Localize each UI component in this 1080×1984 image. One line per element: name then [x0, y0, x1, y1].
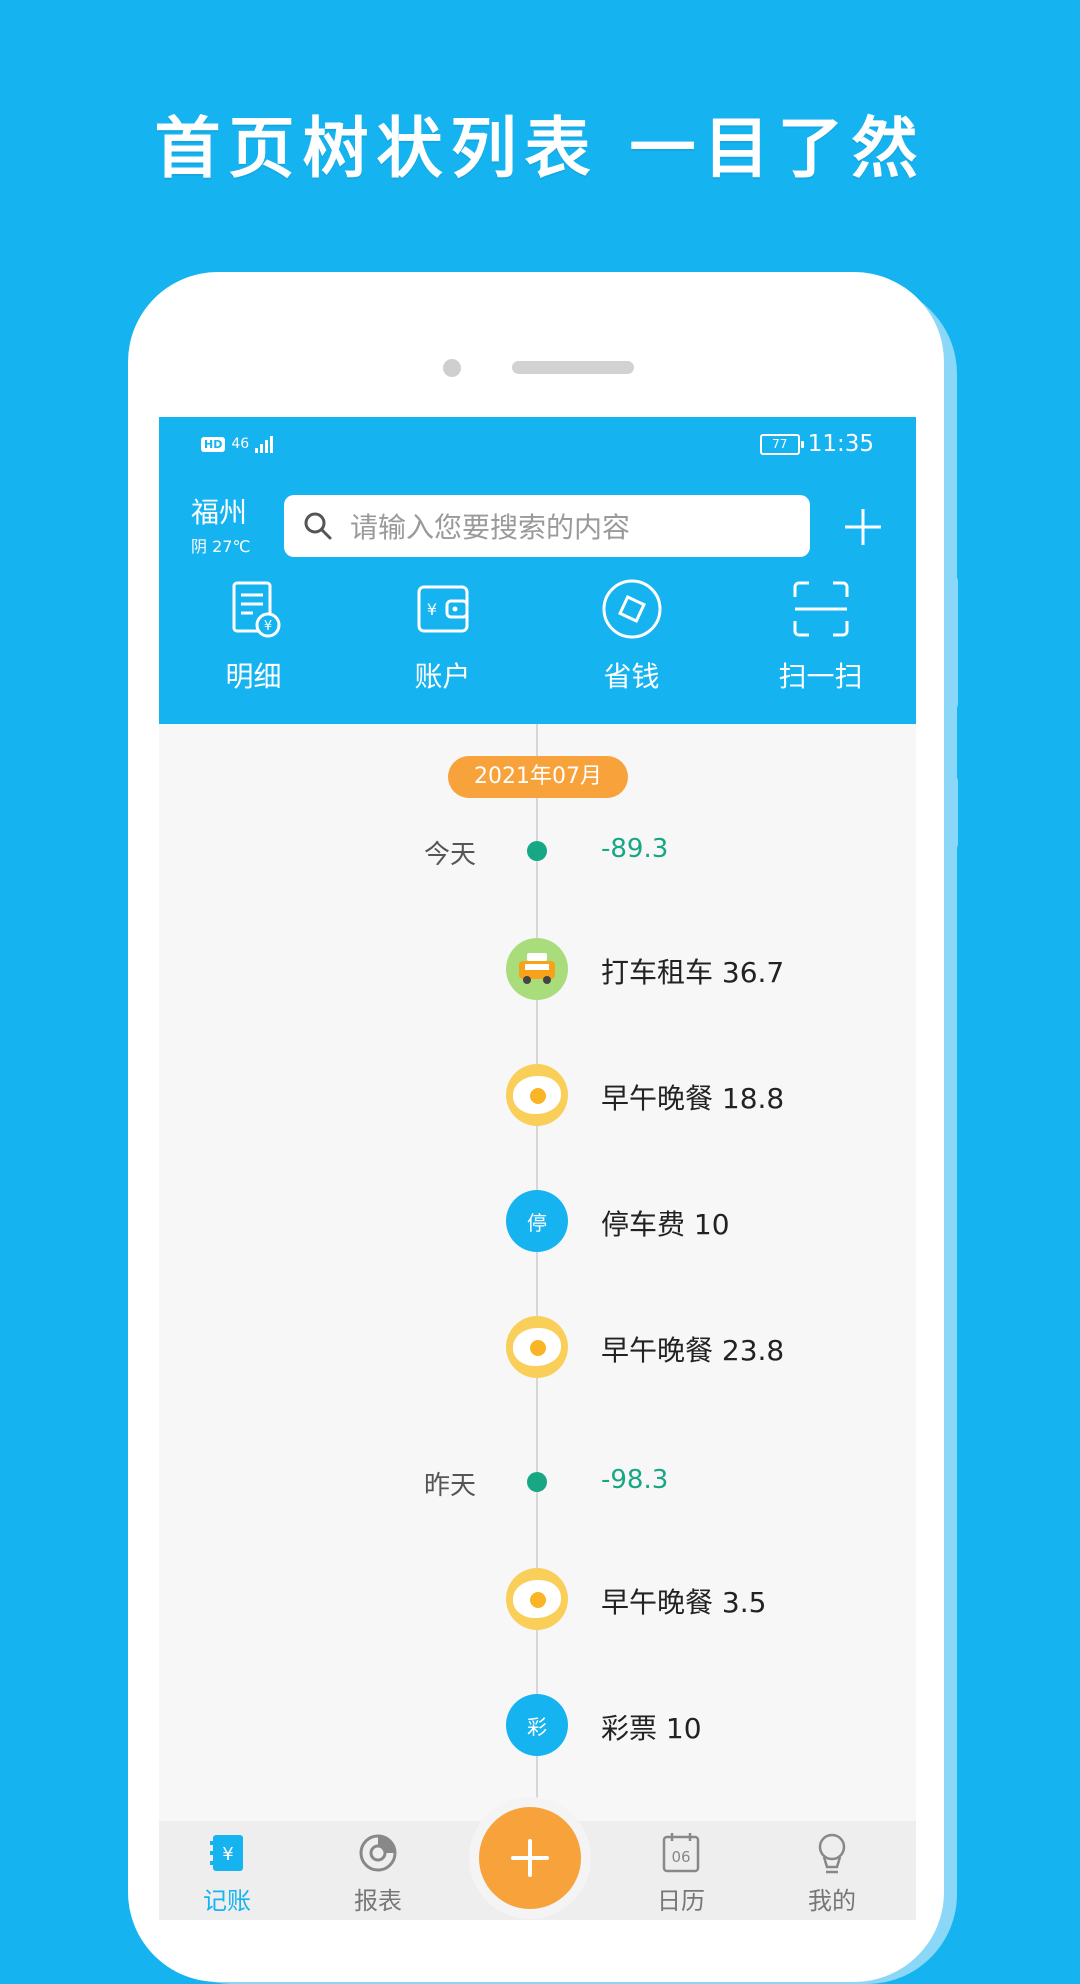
month-badge[interactable]: 2021年07月: [448, 756, 628, 798]
app-screen: HD 46 77 11:35 福州 阴 27℃ 请输入您要搜索的内容 ¥ 明细 …: [159, 417, 916, 1920]
add-record-button[interactable]: [479, 1807, 581, 1909]
entry-text[interactable]: 彩票 10: [601, 1707, 702, 1747]
quick-action-detail[interactable]: ¥ 明细: [159, 577, 348, 695]
status-bar-left: HD 46: [201, 435, 274, 453]
day-label-yesterday: 昨天: [423, 1471, 476, 1501]
tab-label: 报表: [354, 1887, 402, 1915]
calendar-date: 06: [671, 1848, 690, 1866]
plus-icon: [511, 1839, 549, 1877]
app-header: HD 46 77 11:35 福州 阴 27℃ 请输入您要搜索的内容 ¥ 明细 …: [159, 417, 916, 724]
network-type: 46: [231, 436, 250, 452]
entry-text[interactable]: 早午晚餐 3.5: [601, 1581, 766, 1621]
quick-action-save[interactable]: 省钱: [537, 577, 726, 695]
parking-icon[interactable]: 停: [506, 1190, 568, 1252]
profile-icon: [818, 1833, 846, 1874]
weather-text: 阴 27℃: [191, 537, 251, 556]
timeline-list: 2021年07月 今天 -89.3 打车租车 36.7 早午晚餐 18.8 停 …: [159, 724, 916, 1920]
day-dot: [527, 1472, 547, 1492]
quick-action-label: 省钱: [603, 660, 660, 693]
day-total-today: -89.3: [601, 834, 669, 864]
tab-profile[interactable]: 我的: [772, 1821, 892, 1916]
battery-icon: 77: [759, 433, 804, 455]
wallet-icon: ¥: [417, 585, 468, 633]
entry-text[interactable]: 早午晚餐 18.8: [601, 1077, 784, 1117]
quick-action-label: 明细: [225, 660, 282, 693]
fried-egg-icon[interactable]: [506, 1316, 568, 1378]
search-placeholder: 请输入您要搜索的内容: [350, 511, 631, 544]
quick-action-account[interactable]: ¥ 账户: [348, 577, 537, 695]
quick-action-label: 账户: [414, 660, 471, 693]
quick-action-scan[interactable]: 扫一扫: [726, 577, 915, 695]
svg-text:¥: ¥: [426, 600, 436, 619]
front-camera: [443, 359, 461, 377]
svg-text:¥: ¥: [263, 619, 271, 634]
tab-ledger[interactable]: ¥ 记账: [167, 1821, 287, 1916]
status-bar-right: 77 11:35: [759, 431, 874, 457]
phone-side-button: [944, 575, 958, 710]
earpiece-speaker: [512, 361, 634, 374]
add-icon[interactable]: [841, 505, 885, 549]
tab-label: 日历: [657, 1887, 705, 1915]
entry-text[interactable]: 停车费 10: [601, 1203, 730, 1243]
location-weather[interactable]: 福州 阴 27℃: [191, 497, 266, 557]
hd-badge: HD: [201, 436, 226, 452]
fried-egg-icon[interactable]: [506, 1064, 568, 1126]
bill-icon: ¥: [232, 581, 280, 638]
report-icon: [359, 1834, 397, 1872]
city-name: 福州: [191, 496, 248, 529]
day-dot: [527, 841, 547, 861]
tab-report[interactable]: 报表: [318, 1821, 438, 1916]
svg-text:¥: ¥: [222, 1844, 233, 1865]
quick-actions: ¥ 明细 ¥ 账户 省钱 扫一扫: [159, 577, 916, 695]
day-total-yesterday: -98.3: [601, 1465, 669, 1495]
fried-egg-icon[interactable]: [506, 1568, 568, 1630]
lottery-icon[interactable]: 彩: [506, 1694, 568, 1756]
tab-label: 我的: [808, 1887, 856, 1915]
tab-label: 记账: [203, 1887, 251, 1915]
clock: 11:35: [807, 431, 874, 457]
save-money-icon: [602, 579, 661, 639]
day-label-today: 今天: [423, 840, 476, 870]
scan-icon: [793, 581, 848, 637]
banner-title: 首页树状列表 一目了然: [154, 110, 926, 187]
entry-text[interactable]: 早午晚餐 23.8: [601, 1329, 784, 1369]
entry-text[interactable]: 打车租车 36.7: [601, 951, 784, 991]
search-icon: [304, 512, 332, 540]
signal-icon: [255, 435, 274, 453]
taxi-icon[interactable]: [506, 938, 568, 1000]
quick-action-label: 扫一扫: [778, 660, 863, 693]
ledger-icon: ¥: [210, 1835, 243, 1871]
calendar-icon: 06: [662, 1833, 700, 1873]
phone-side-button: [944, 775, 958, 850]
search-input[interactable]: 请输入您要搜索的内容: [284, 495, 810, 557]
tab-calendar[interactable]: 06 日历: [621, 1821, 741, 1916]
